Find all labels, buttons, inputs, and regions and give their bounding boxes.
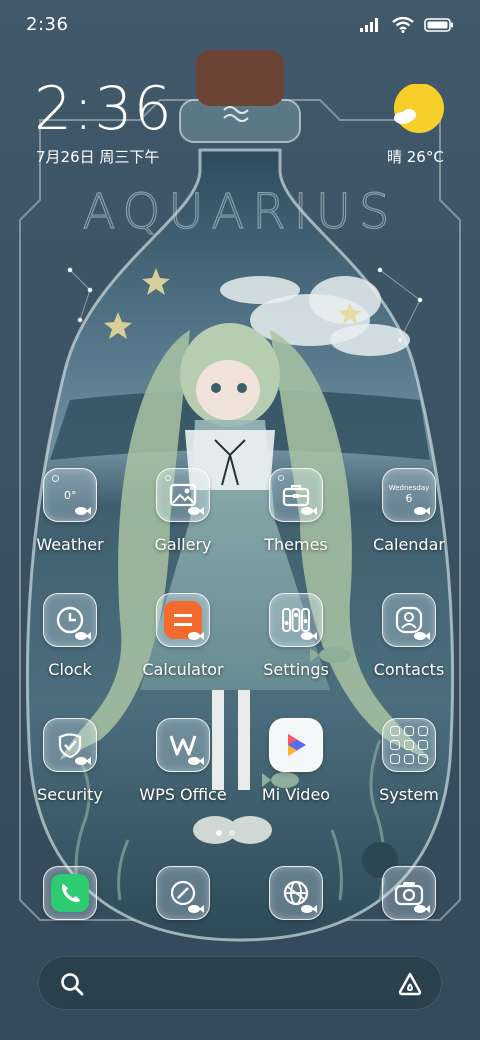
app-label: Mi Video [261,785,331,804]
app-label: Contacts [373,660,445,679]
status-icons [360,14,454,36]
app-label: Gallery [154,535,212,554]
clock-widget-time[interactable]: 2:36 [34,76,173,142]
system-folder-icon [382,718,436,772]
app-contacts[interactable]: Contacts [354,593,464,679]
calendar-icon-date: 6 [405,492,413,505]
weather-icon: 0° [43,468,97,522]
gallery-icon [156,468,210,522]
settings-icon [269,593,323,647]
page-dot-active [216,830,222,836]
phone-icon [43,866,97,920]
status-bar: 2:36 [0,0,480,50]
app-settings[interactable]: Settings [241,593,351,679]
wps-office-icon [156,718,210,772]
app-label: Calendar [373,535,445,554]
app-label: Weather [36,535,104,554]
notes-icon [156,866,210,920]
app-mi-video[interactable]: Mi Video [241,718,351,804]
app-gallery[interactable]: Gallery [128,468,238,554]
page-dot [229,830,235,836]
app-calendar[interactable]: Wednesday 6 Calendar [354,468,464,554]
browser-icon [269,866,323,920]
calculator-icon [156,593,210,647]
wifi-icon [392,17,414,33]
sunny-icon[interactable] [392,84,444,136]
search-icon[interactable] [59,971,85,997]
app-label: Clock [48,660,92,679]
mi-video-icon [269,718,323,772]
themes-icon [269,468,323,522]
clock-icon [43,593,97,647]
app-label: Settings [263,660,329,679]
weather-widget-text: 晴 26°C [387,148,444,166]
app-label: Themes [264,535,328,554]
app-label: Calculator [142,660,224,679]
weather-icon-temp: 0° [64,489,77,502]
assistant-icon[interactable] [397,971,423,997]
dock-browser[interactable] [241,866,351,920]
app-themes[interactable]: Themes [241,468,351,554]
contacts-icon [382,593,436,647]
clock-widget-date: 7月26日 周三下午 [36,148,160,166]
battery-icon [424,18,453,32]
app-system-folder[interactable]: System [354,718,464,804]
page-indicator [216,830,235,836]
dock-phone[interactable] [15,866,125,920]
calendar-icon: Wednesday 6 [382,468,436,522]
search-bar[interactable] [38,956,442,1010]
app-weather[interactable]: 0° Weather [15,468,125,554]
app-clock[interactable]: Clock [15,593,125,679]
dock-camera[interactable] [354,866,464,920]
camera-icon [382,866,436,920]
calendar-icon-day: Wednesday [388,484,430,492]
app-label: System [379,785,439,804]
app-calculator[interactable]: Calculator [128,593,238,679]
security-icon [43,718,97,772]
signal-icon [360,18,378,32]
app-label: Security [37,785,103,804]
app-label: WPS Office [139,785,227,804]
dock-notes[interactable] [128,866,238,920]
status-time: 2:36 [26,14,69,35]
wallpaper-title: AQUARIUS [83,184,398,240]
app-wps-office[interactable]: WPS Office [128,718,238,804]
app-security[interactable]: Security [15,718,125,804]
